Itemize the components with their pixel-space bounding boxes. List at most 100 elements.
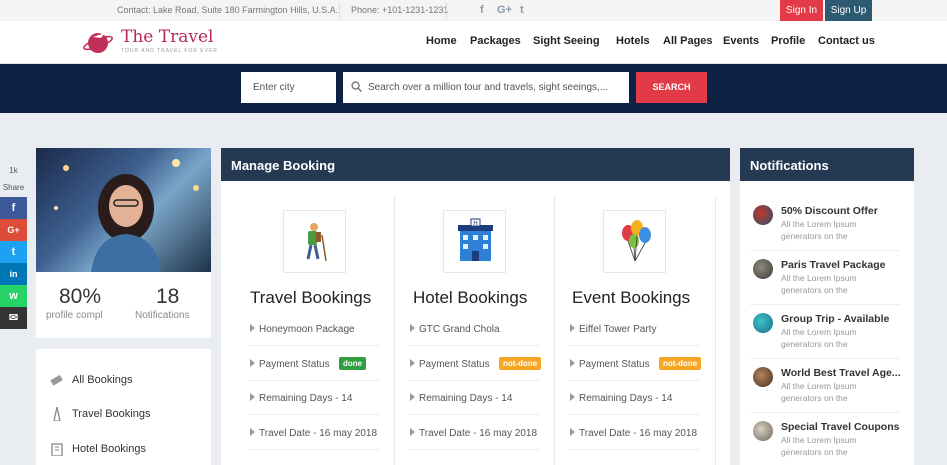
tickets-icon: [50, 374, 63, 386]
nav-home[interactable]: Home: [426, 35, 457, 47]
google-plus-icon[interactable]: G+: [497, 4, 512, 16]
notification-title[interactable]: Paris Travel Package: [781, 259, 886, 271]
booking-row[interactable]: Remaining Days - 14: [570, 393, 672, 404]
notification-title[interactable]: Special Travel Coupons: [781, 421, 899, 433]
logo-icon[interactable]: [83, 29, 113, 55]
column-divider: [394, 196, 395, 465]
hotel-icon: [51, 443, 63, 456]
share-label: Share: [2, 183, 25, 192]
contact-address: Contact: Lake Road, Suite 180 Farmington…: [117, 5, 339, 15]
tower-icon: [53, 407, 61, 421]
divider: [446, 3, 447, 18]
booking-row[interactable]: Eiffel Tower Party: [570, 324, 656, 335]
twitter-icon[interactable]: t: [520, 4, 524, 16]
event-bookings-title: Event Bookings: [572, 288, 691, 307]
nav-packages[interactable]: Packages: [470, 35, 521, 47]
share-email-icon[interactable]: ✉: [0, 307, 27, 329]
profile-card: 80% profile compl 18 Notifications: [36, 148, 211, 338]
row-divider: [750, 358, 900, 359]
booking-row[interactable]: Payment Status: [570, 359, 650, 370]
row-divider: [750, 412, 900, 413]
main-header: The Travel TOUR AND TRAVEL FOR EVER Home…: [0, 21, 947, 64]
notification-avatar: [753, 205, 773, 225]
nav-hotels[interactable]: Hotels: [616, 35, 650, 47]
row-divider: [248, 345, 379, 346]
row-divider: [568, 449, 699, 450]
notification-title[interactable]: Group Trip - Available: [781, 313, 889, 325]
row-divider: [248, 414, 379, 415]
status-badge: done: [339, 357, 367, 370]
hotel-bookings-title: Hotel Bookings: [413, 288, 528, 307]
logo-tagline: TOUR AND TRAVEL FOR EVER: [121, 48, 218, 54]
row-divider: [248, 449, 379, 450]
nav-events[interactable]: Events: [723, 35, 759, 47]
notification-avatar: [753, 421, 773, 441]
search-button[interactable]: SEARCH: [636, 72, 707, 103]
city-input[interactable]: Enter city: [241, 72, 336, 103]
row-divider: [568, 414, 699, 415]
status-badge: not-done: [499, 357, 542, 370]
row-divider: [408, 380, 539, 381]
nav-all-pages[interactable]: All Pages: [663, 35, 713, 47]
menu-hotel-bookings[interactable]: Hotel Bookings: [72, 443, 146, 455]
row-divider: [568, 380, 699, 381]
booking-row[interactable]: Travel Date - 16 may 2018: [570, 428, 697, 439]
nav-contact-us[interactable]: Contact us: [818, 35, 875, 47]
notification-avatar: [753, 259, 773, 279]
profile-completion-label: profile compl: [46, 310, 103, 321]
row-divider: [750, 304, 900, 305]
facebook-icon[interactable]: f: [480, 4, 484, 16]
share-count: 1k: [9, 166, 18, 175]
profile-completion-value: 80%: [59, 285, 102, 308]
notification-text: All the Lorem Ipsum generators on the: [781, 327, 857, 349]
share-google-plus-icon[interactable]: G+: [0, 219, 27, 241]
search-band: Enter city Search over a million tour an…: [0, 64, 947, 113]
share-linkedin-icon[interactable]: in: [0, 263, 27, 285]
menu-travel-bookings[interactable]: Travel Bookings: [72, 408, 150, 420]
top-bar: Contact: Lake Road, Suite 180 Farmington…: [0, 0, 947, 21]
booking-row[interactable]: Travel Date - 16 may 2018: [410, 428, 537, 439]
sign-in-button[interactable]: Sign In: [780, 0, 823, 21]
svg-text:H: H: [473, 220, 478, 227]
search-input[interactable]: Search over a million tour and travels, …: [343, 72, 629, 103]
travel-bookings-title: Travel Bookings: [250, 288, 372, 307]
row-divider: [568, 345, 699, 346]
row-divider: [248, 380, 379, 381]
nav-profile[interactable]: Profile: [771, 35, 805, 47]
notification-text: All the Lorem Ipsum generators on the: [781, 273, 857, 295]
booking-row[interactable]: Remaining Days - 14: [410, 393, 512, 404]
column-divider: [715, 196, 716, 465]
nav-sight-seeing[interactable]: Sight Seeing: [533, 35, 600, 47]
logo-title[interactable]: The Travel: [121, 27, 213, 47]
notification-title[interactable]: 50% Discount Offer: [781, 205, 878, 217]
booking-row[interactable]: Remaining Days - 14: [250, 393, 352, 404]
balloons-icon[interactable]: [603, 210, 666, 273]
left-menu: All Bookings Travel Bookings Hotel Booki…: [36, 349, 211, 465]
menu-all-bookings[interactable]: All Bookings: [72, 374, 133, 386]
share-twitter-icon[interactable]: t: [0, 241, 27, 263]
notification-text: All the Lorem Ipsum generators on the: [781, 381, 857, 403]
profile-illustration: [54, 159, 199, 272]
notifications-count-label: Notifications: [135, 310, 190, 321]
notifications-count: 18: [156, 285, 180, 308]
sign-up-button[interactable]: Sign Up: [825, 0, 872, 21]
booking-row[interactable]: Honeymoon Package: [250, 324, 355, 335]
profile-photo[interactable]: [36, 148, 211, 272]
booking-row[interactable]: GTC Grand Chola: [410, 324, 500, 335]
manage-booking-header: Manage Booking: [221, 148, 730, 181]
divider: [339, 3, 340, 18]
status-badge: not-done: [659, 357, 702, 370]
row-divider: [750, 250, 900, 251]
share-facebook-icon[interactable]: f: [0, 197, 27, 219]
hotel-building-icon[interactable]: H: [443, 210, 506, 273]
contact-phone: Phone: +101-1231-1231: [351, 5, 449, 15]
hiker-icon[interactable]: [283, 210, 346, 273]
notification-title[interactable]: World Best Travel Age...: [781, 367, 901, 379]
booking-row[interactable]: Payment Status: [250, 359, 330, 370]
booking-row[interactable]: Travel Date - 16 may 2018: [250, 428, 377, 439]
row-divider: [408, 449, 539, 450]
notifications-header: Notifications: [740, 148, 914, 181]
row-divider: [408, 414, 539, 415]
share-whatsapp-icon[interactable]: w: [0, 285, 27, 307]
booking-row[interactable]: Payment Status: [410, 359, 490, 370]
